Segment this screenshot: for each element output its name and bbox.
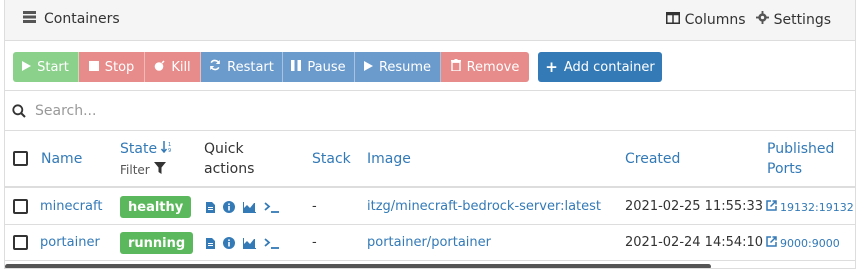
settings-label: Settings [773, 11, 831, 28]
published-port-label: 9000:9000 [780, 236, 840, 250]
stack-value: - [312, 199, 317, 214]
horizontal-scrollbar[interactable] [5, 264, 711, 268]
panel-header: Containers Columns Settings [5, 0, 855, 41]
inspect-icon[interactable] [223, 201, 235, 213]
svg-text:9: 9 [168, 148, 171, 153]
columns-icon [665, 11, 680, 28]
restart-button[interactable]: Restart [201, 52, 283, 82]
stats-icon[interactable] [243, 237, 256, 249]
inspect-icon[interactable] [223, 237, 235, 249]
containers-panel: Containers Columns Settings Start Stop K… [4, 0, 856, 269]
published-port-link[interactable]: 9000:9000 [766, 236, 840, 250]
add-container-button[interactable]: + Add container [538, 52, 662, 82]
created-value: 2021-02-24 14:54:10 [625, 235, 764, 250]
kill-label: Kill [171, 59, 191, 75]
kill-button[interactable]: Kill [145, 52, 201, 82]
column-header-image[interactable]: Image [367, 151, 411, 167]
published-port-label: 19132:19132 [780, 200, 854, 214]
start-button[interactable]: Start [13, 52, 79, 82]
created-value: 2021-02-25 11:55:33 [625, 199, 764, 214]
restart-label: Restart [227, 59, 274, 75]
play-icon [363, 60, 373, 75]
columns-label: Columns [684, 11, 746, 28]
settings-button[interactable]: Settings [755, 11, 831, 28]
status-badge: running [120, 232, 194, 254]
logs-icon[interactable] [206, 237, 215, 249]
search-bar [5, 91, 855, 131]
column-header-quick-actions-line1: Quick [204, 141, 244, 157]
remove-button[interactable]: Remove [441, 52, 529, 82]
column-header-stack[interactable]: Stack [312, 151, 351, 167]
sort-icon: 19 [160, 141, 173, 157]
container-actions-group: Start Stop Kill Restart Pause Resume Rem… [13, 52, 529, 82]
table-row: minecraft healthy - itzg/minecraft-bedro… [5, 189, 855, 225]
logs-icon[interactable] [206, 201, 215, 213]
search-input[interactable] [35, 99, 835, 123]
column-header-published-line2[interactable]: Ports [767, 161, 802, 177]
bomb-icon [154, 59, 165, 75]
image-link[interactable]: itzg/minecraft-bedrock-server:latest [367, 199, 601, 214]
column-header-published-line1[interactable]: Published [767, 141, 834, 157]
column-header-state-label: State [120, 141, 158, 157]
trash-icon [450, 59, 461, 75]
container-name-link[interactable]: minecraft [40, 199, 102, 214]
status-badge: healthy [120, 196, 192, 218]
pause-label: Pause [307, 59, 346, 75]
start-label: Start [37, 59, 69, 75]
column-header-state[interactable]: State 19 [120, 141, 173, 157]
select-all-checkbox[interactable] [13, 151, 28, 166]
columns-button[interactable]: Columns [665, 11, 746, 28]
state-filter-label: Filter [120, 162, 150, 177]
stop-button[interactable]: Stop [79, 52, 145, 82]
row-checkbox[interactable] [13, 199, 28, 214]
stack-value: - [312, 235, 317, 250]
panel-title: Containers [23, 11, 120, 27]
resume-button[interactable]: Resume [355, 52, 441, 82]
pause-button[interactable]: Pause [283, 52, 355, 82]
plus-icon: + [545, 57, 558, 76]
external-link-icon [766, 200, 777, 214]
resume-label: Resume [378, 59, 432, 75]
action-toolbar: Start Stop Kill Restart Pause Resume Rem… [5, 41, 855, 91]
stop-icon [88, 60, 99, 75]
column-header-quick-actions-line2: actions [204, 161, 255, 177]
console-icon[interactable] [264, 237, 280, 249]
filter-icon [153, 162, 166, 177]
add-container-label: Add container [563, 59, 655, 75]
pause-icon [291, 59, 302, 75]
stats-icon[interactable] [243, 201, 256, 213]
gear-icon [755, 11, 769, 28]
published-port-link[interactable]: 19132:19132 [766, 200, 854, 214]
play-icon [22, 60, 32, 75]
image-link[interactable]: portainer/portainer [367, 235, 491, 250]
search-icon [12, 103, 26, 122]
refresh-icon [209, 59, 221, 75]
panel-title-text: Containers [44, 11, 120, 27]
state-filter-button[interactable]: Filter [120, 162, 166, 177]
console-icon[interactable] [264, 201, 280, 213]
container-name-link[interactable]: portainer [40, 235, 100, 250]
remove-label: Remove [466, 59, 520, 75]
external-link-icon [766, 236, 777, 250]
row-checkbox[interactable] [13, 235, 28, 250]
list-icon [23, 11, 36, 27]
quick-actions [206, 201, 280, 213]
quick-actions [206, 237, 280, 249]
table-row: portainer running - portainer/portainer … [5, 225, 855, 261]
column-header-name[interactable]: Name [41, 151, 82, 167]
table-header: Name State 19 Filter Quick actions Stack… [5, 131, 855, 188]
column-header-created[interactable]: Created [625, 151, 680, 167]
stop-label: Stop [104, 59, 135, 75]
